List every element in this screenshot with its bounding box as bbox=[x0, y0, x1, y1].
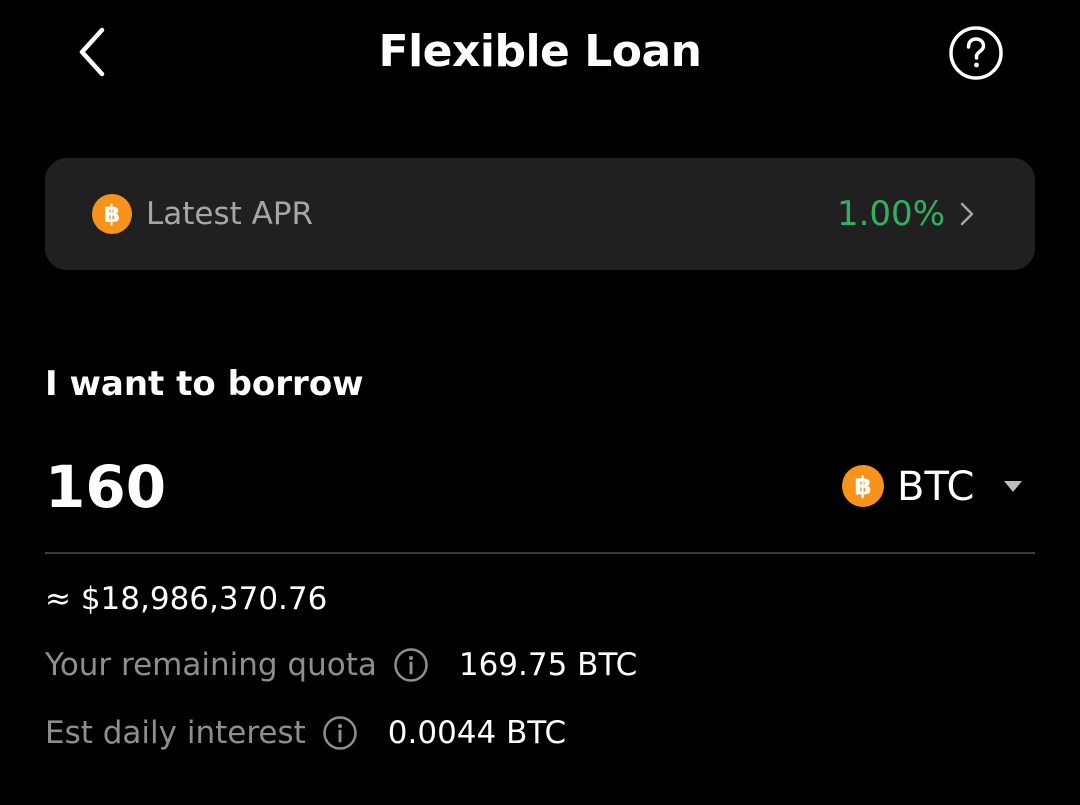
apr-label: Latest APR bbox=[146, 196, 314, 232]
input-divider bbox=[45, 552, 1035, 554]
latest-apr-card[interactable]: ฿ Latest APR 1.00% bbox=[45, 158, 1035, 270]
bitcoin-icon: ฿ bbox=[92, 194, 132, 234]
help-button[interactable] bbox=[948, 25, 1004, 81]
caret-down-icon bbox=[1004, 481, 1022, 492]
header: Flexible Loan bbox=[0, 0, 1080, 105]
remaining-quota-row: Your remaining quota 169.75 BTC bbox=[45, 643, 637, 687]
chevron-right-icon bbox=[957, 198, 977, 230]
remaining-quota-value: 169.75 BTC bbox=[458, 647, 638, 683]
apr-value: 1.00% bbox=[836, 194, 945, 234]
daily-interest-row: Est daily interest 0.0044 BTC bbox=[45, 711, 566, 755]
svg-text:฿: ฿ bbox=[854, 471, 872, 500]
daily-interest-label: Est daily interest bbox=[45, 715, 306, 751]
borrow-label: I want to borrow bbox=[45, 364, 364, 404]
page-title: Flexible Loan bbox=[378, 26, 702, 77]
svg-text:฿: ฿ bbox=[104, 200, 121, 228]
bitcoin-icon: ฿ bbox=[842, 465, 884, 507]
borrow-amount-input[interactable] bbox=[45, 452, 605, 522]
info-icon[interactable] bbox=[322, 715, 358, 751]
daily-interest-value: 0.0044 BTC bbox=[387, 715, 567, 751]
coin-label: BTC bbox=[897, 464, 975, 510]
info-icon[interactable] bbox=[393, 647, 429, 683]
remaining-quota-label: Your remaining quota bbox=[45, 647, 377, 683]
usd-equivalent: ≈ $18,986,370.76 bbox=[45, 581, 328, 617]
question-circle-icon bbox=[949, 26, 1003, 80]
coin-selector[interactable]: ฿ BTC bbox=[842, 460, 1032, 514]
